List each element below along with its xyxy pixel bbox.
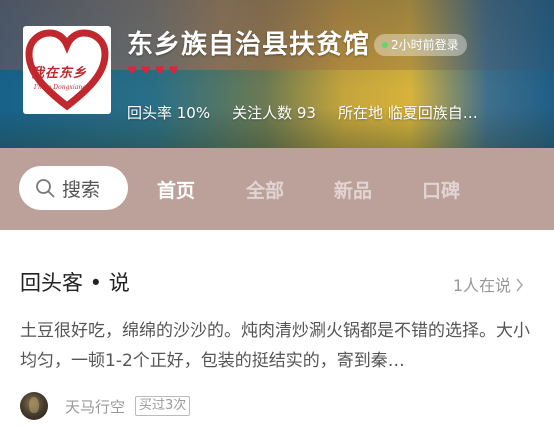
heart-icon: ♥ <box>127 64 137 77</box>
return-rate: 回头率 10% <box>127 104 211 122</box>
tab-home[interactable]: 首页 <box>157 176 195 203</box>
shop-header: 我在东乡 I'm in Dongxiang 东乡族自治县扶贫馆 2小时前登录 ♥… <box>0 0 554 148</box>
search-button[interactable]: 搜索 <box>19 166 128 210</box>
reviews-section-title: 回头客 • 说 <box>20 271 130 295</box>
shop-navbar: 搜索 首页 全部 新品 口碑 <box>0 148 554 230</box>
tab-reviews[interactable]: 口碑 <box>422 176 460 203</box>
shop-rating-hearts: ♥ ♥ ♥ ♥ <box>127 65 179 77</box>
search-icon <box>36 179 55 198</box>
reviewer-name: 天马行空 <box>65 397 126 416</box>
heart-icon: ♥ <box>168 64 179 77</box>
chevron-right-icon <box>516 278 523 291</box>
shop-logo[interactable]: 我在东乡 I'm in Dongxiang <box>23 26 111 114</box>
shop-name: 东乡族自治县扶贫馆 <box>127 30 371 60</box>
logo-text: 我在东乡 <box>31 66 88 81</box>
tab-new[interactable]: 新品 <box>334 176 372 203</box>
avatar[interactable] <box>20 392 48 420</box>
shop-location: 所在地 临夏回族自… <box>337 104 478 122</box>
purchase-count-badge: 买过3次 <box>135 396 191 416</box>
followers-count[interactable]: 关注人数 93 <box>232 102 316 123</box>
heart-icon: ♥ <box>154 64 165 77</box>
shop-stats: 回头率 10% 关注人数 93 所在地 临夏回族自… <box>127 102 478 123</box>
last-login-badge: 2小时前登录 <box>374 34 467 56</box>
review-content[interactable]: 土豆很好吃，绵绵的沙沙的。炖肉清炒涮火锅都是不错的选择。大小均匀，一顿1-2个正… <box>20 316 532 376</box>
search-label: 搜索 <box>62 178 101 201</box>
online-count-text: 1人在说 <box>452 276 511 295</box>
tab-all[interactable]: 全部 <box>246 176 284 203</box>
last-login-text: 2小时前登录 <box>391 38 459 52</box>
online-dot-icon <box>382 42 388 48</box>
logo-subtext: I'm in Dongxiang <box>34 84 87 91</box>
heart-icon: ♥ <box>140 64 151 77</box>
reviewer-info: 天马行空 买过3次 <box>20 392 191 420</box>
reviews-online-count[interactable]: 1人在说 <box>453 272 524 296</box>
